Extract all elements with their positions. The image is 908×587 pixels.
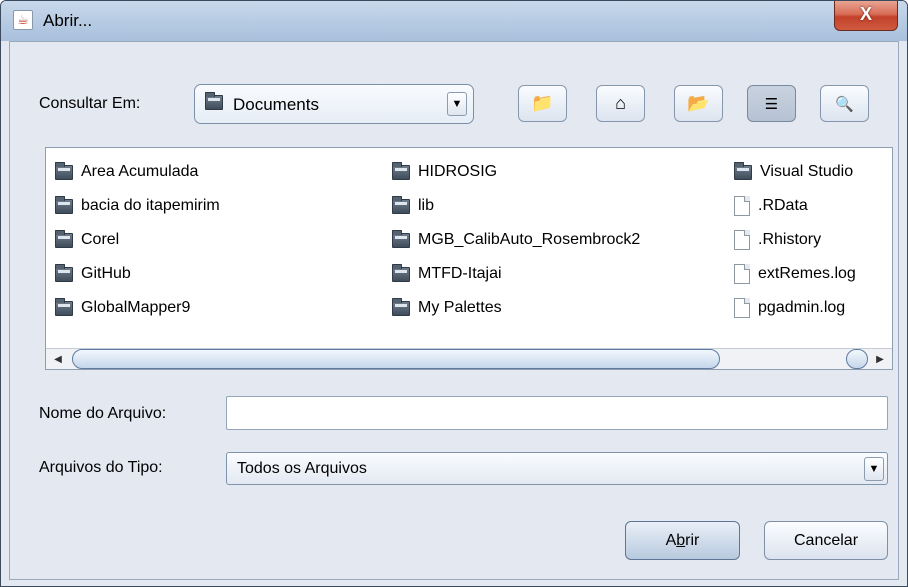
item-label: HIDROSIG (418, 163, 498, 180)
list-view-button[interactable]: ☰ (747, 85, 796, 122)
item-label: Area Acumulada (81, 163, 199, 180)
item-label: GitHub (81, 265, 131, 282)
filename-input[interactable] (226, 396, 888, 430)
scroll-left-icon[interactable]: ◀ (48, 351, 68, 368)
list-item[interactable]: .RData (734, 189, 856, 223)
file-icon (734, 298, 750, 318)
window-title: Abrir... (43, 11, 93, 30)
file-list-column: HIDROSIG lib MGB_CalibAuto_Rosembrock2 M… (392, 155, 640, 325)
horizontal-scrollbar[interactable]: ◀ ▶ (46, 348, 892, 369)
home-button[interactable]: ⌂ (596, 85, 645, 122)
home-icon: ⌂ (615, 93, 626, 113)
filetype-select[interactable]: Todos os Arquivos ▼ (226, 452, 888, 485)
folder-icon (55, 297, 73, 316)
folder-icon (55, 161, 73, 180)
item-label: pgadmin.log (758, 299, 846, 316)
open-button-label-end: rir (685, 532, 700, 549)
file-list-column: Area Acumulada bacia do itapemirim Corel… (55, 155, 220, 325)
item-label: lib (418, 197, 435, 214)
list-item[interactable]: .Rhistory (734, 223, 856, 257)
folder-icon (392, 161, 410, 180)
file-list-column: Visual Studio .RData .Rhistory extRemes.… (734, 155, 856, 325)
list-view-icon: ☰ (764, 96, 779, 113)
folder-icon (392, 263, 410, 282)
folder-icon (734, 161, 752, 180)
new-folder-button[interactable]: 📂 (674, 85, 723, 122)
list-item[interactable]: MTFD-Itajai (392, 257, 640, 291)
file-list[interactable]: Area Acumulada bacia do itapemirim Corel… (45, 147, 893, 370)
open-button-mnemonic: b (676, 532, 686, 549)
look-in-value: Documents (233, 95, 319, 114)
item-label: .RData (758, 197, 808, 214)
folder-icon (55, 229, 73, 248)
folder-icon (55, 195, 73, 214)
look-in-combo[interactable]: Documents ▼ (194, 84, 474, 124)
folder-icon (392, 195, 410, 214)
scrollbar-thumb-end (846, 349, 868, 369)
list-item[interactable]: My Palettes (392, 291, 640, 325)
open-button-label-start: A (665, 532, 677, 549)
filetype-value: Todos os Arquivos (237, 460, 367, 477)
item-label: .Rhistory (758, 231, 822, 248)
list-item[interactable]: HIDROSIG (392, 155, 640, 189)
title-bar[interactable]: ☕ Abrir... X (1, 1, 907, 41)
filetype-label: Arquivos do Tipo: (39, 459, 163, 476)
details-view-button[interactable]: 🔍 (820, 85, 869, 122)
folder-icon (205, 92, 223, 110)
item-label: extRemes.log (758, 265, 856, 282)
list-item[interactable]: Corel (55, 223, 220, 257)
new-folder-icon: 📂 (687, 93, 710, 113)
chevron-down-icon[interactable]: ▼ (447, 92, 467, 116)
file-icon (734, 264, 750, 284)
chevron-down-icon[interactable]: ▼ (864, 457, 884, 481)
item-label: Visual Studio (760, 163, 854, 180)
list-item[interactable]: bacia do itapemirim (55, 189, 220, 223)
up-folder-icon: 📁 (531, 93, 554, 113)
item-label: MGB_CalibAuto_Rosembrock2 (418, 231, 641, 248)
scrollbar-thumb[interactable] (72, 349, 720, 369)
file-dialog-window: ☕ Abrir... X Consultar Em: Documents ▼ 📁… (0, 0, 908, 587)
list-item[interactable]: GlobalMapper9 (55, 291, 220, 325)
item-label: GlobalMapper9 (81, 299, 191, 316)
item-label: My Palettes (418, 299, 502, 316)
item-label: bacia do itapemirim (81, 197, 220, 214)
open-button[interactable]: Abrir (625, 521, 740, 560)
file-icon (734, 196, 750, 216)
list-item[interactable]: GitHub (55, 257, 220, 291)
list-item[interactable]: extRemes.log (734, 257, 856, 291)
list-item[interactable]: Visual Studio (734, 155, 856, 189)
folder-icon (55, 263, 73, 282)
up-one-level-button[interactable]: 📁 (518, 85, 567, 122)
close-button[interactable]: X (834, 1, 898, 31)
list-item[interactable]: Area Acumulada (55, 155, 220, 189)
look-in-label: Consultar Em: (39, 95, 141, 112)
list-item[interactable]: pgadmin.log (734, 291, 856, 325)
filename-label: Nome do Arquivo: (39, 405, 167, 422)
details-view-icon: 🔍 (835, 96, 854, 113)
list-item[interactable]: MGB_CalibAuto_Rosembrock2 (392, 223, 640, 257)
item-label: Corel (81, 231, 120, 248)
file-icon (734, 230, 750, 250)
java-coffee-icon: ☕ (13, 10, 33, 30)
list-item[interactable]: lib (392, 189, 640, 223)
scroll-right-icon[interactable]: ▶ (870, 351, 890, 368)
item-label: MTFD-Itajai (418, 265, 502, 282)
folder-icon (392, 297, 410, 316)
cancel-button[interactable]: Cancelar (764, 521, 888, 560)
folder-icon (392, 229, 410, 248)
